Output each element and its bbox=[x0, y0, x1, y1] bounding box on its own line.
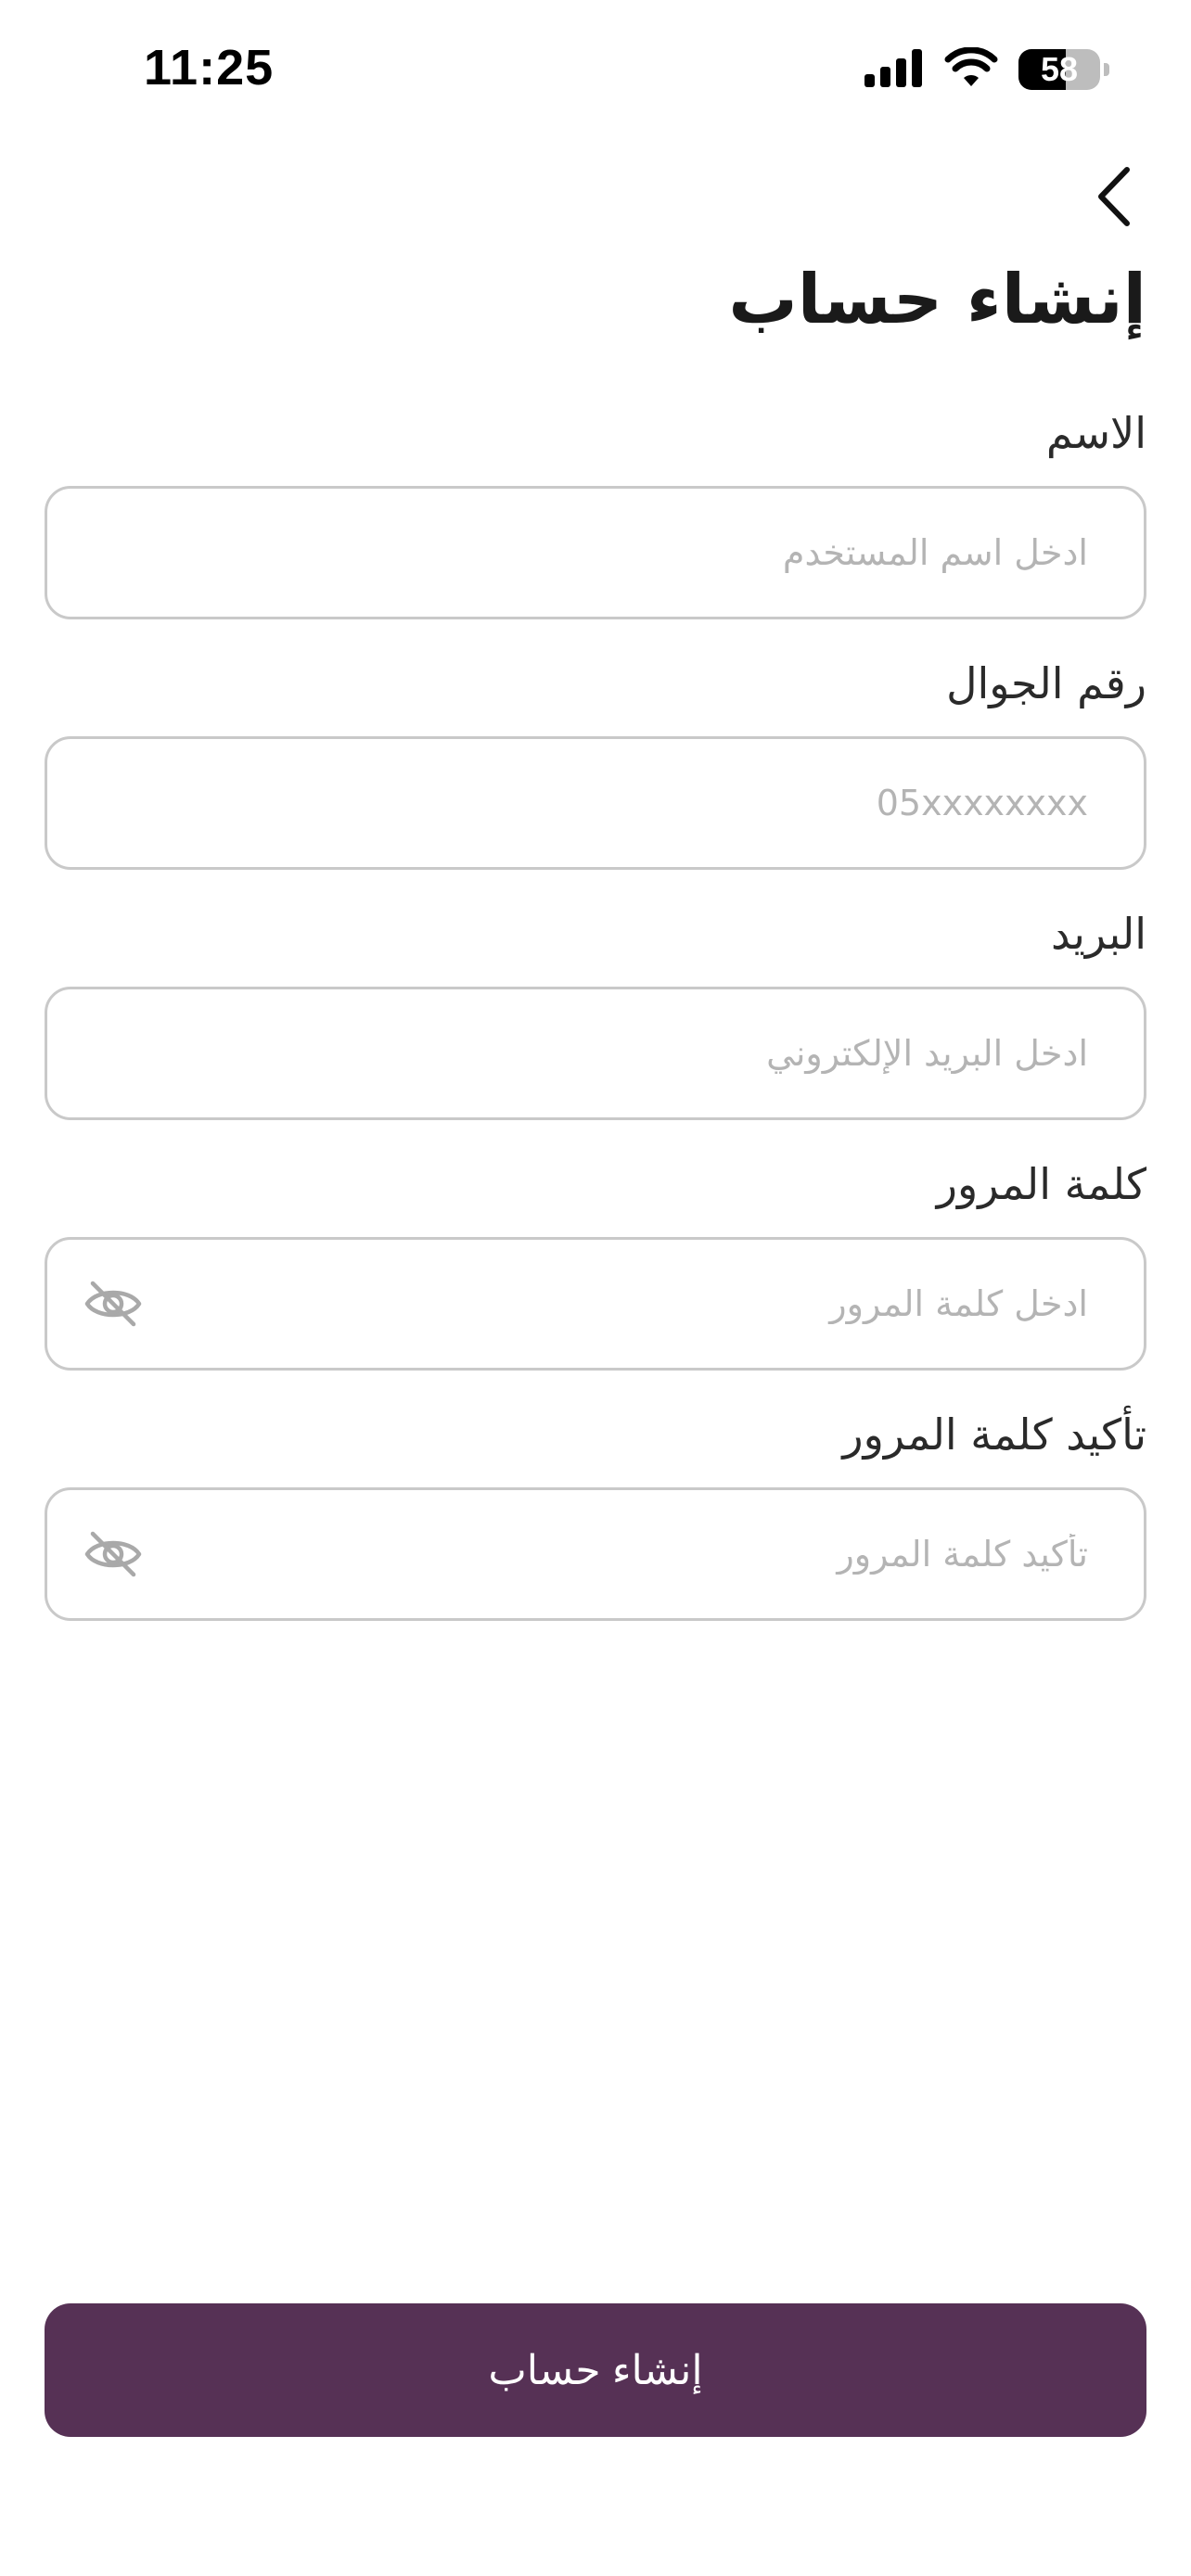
eye-off-icon[interactable] bbox=[81, 1271, 146, 1336]
battery-icon: 58 bbox=[1018, 49, 1109, 90]
email-field: البريد bbox=[45, 909, 1146, 1131]
create-account-label: إنشاء حساب bbox=[488, 2347, 703, 2393]
status-time: 11:25 bbox=[144, 40, 275, 96]
name-field-box bbox=[45, 486, 1146, 619]
battery-cap bbox=[1104, 63, 1109, 76]
confirm-password-field: تأكيد كلمة المرور bbox=[45, 1409, 1146, 1632]
confirm-password-label: تأكيد كلمة المرور bbox=[842, 1409, 1146, 1460]
password-input[interactable] bbox=[168, 1240, 1088, 1368]
phone-label: رقم الجوال bbox=[946, 658, 1146, 708]
password-field: كلمة المرور bbox=[45, 1159, 1146, 1382]
eye-off-icon[interactable] bbox=[81, 1522, 146, 1587]
phone-field: رقم الجوال bbox=[45, 658, 1146, 881]
name-label: الاسم bbox=[1045, 408, 1146, 458]
confirm-password-input[interactable] bbox=[168, 1490, 1088, 1618]
create-account-button[interactable]: إنشاء حساب bbox=[45, 2303, 1146, 2437]
signal-icon bbox=[864, 48, 924, 91]
page-title: إنشاء حساب bbox=[728, 260, 1146, 339]
email-input[interactable] bbox=[81, 989, 1088, 1117]
phone-field-box bbox=[45, 736, 1146, 870]
email-label: البريد bbox=[1050, 909, 1146, 959]
email-field-box bbox=[45, 987, 1146, 1120]
password-field-box bbox=[45, 1237, 1146, 1371]
battery-level: 58 bbox=[1040, 50, 1079, 88]
confirm-password-field-box bbox=[45, 1487, 1146, 1621]
back-button[interactable] bbox=[1082, 163, 1146, 234]
signup-screen: 11:25 58 إنشاء حساب الاسم ادخل اسم المست… bbox=[0, 0, 1191, 2576]
phone-input[interactable] bbox=[81, 739, 1088, 867]
name-input[interactable] bbox=[81, 489, 1088, 617]
password-label: كلمة المرور bbox=[936, 1159, 1146, 1209]
status-icons: 58 bbox=[864, 46, 1109, 92]
name-field: الاسم bbox=[45, 408, 1146, 631]
wifi-icon bbox=[944, 46, 998, 92]
chevron-left-icon bbox=[1095, 166, 1133, 231]
status-bar: 11:25 58 bbox=[0, 0, 1191, 139]
